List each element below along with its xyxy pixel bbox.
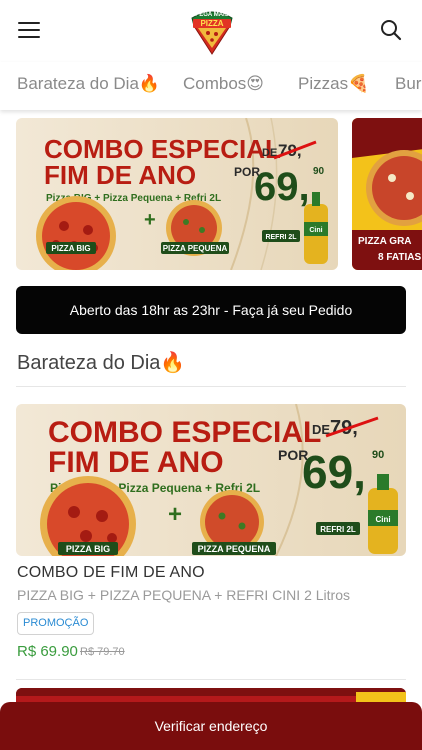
- price-new-cents: 90: [313, 166, 325, 177]
- bottle-brand: Cini: [309, 227, 322, 234]
- carousel-slide-combo[interactable]: COMBO ESPECIAL FIM DE ANO Pizza BIG + Pi…: [16, 118, 338, 270]
- price-new: 69,: [254, 165, 310, 209]
- slide-label-small: PIZZA PEQUENA: [163, 244, 228, 253]
- logo-text-main: PIZZA: [200, 19, 223, 28]
- promo-badge: PROMOÇÃO: [17, 612, 95, 635]
- product-price: R$ 69.90: [17, 643, 78, 660]
- slide-headline-2: FIM DE ANO: [44, 160, 196, 190]
- product-label-refri: REFRI 2L: [320, 525, 356, 534]
- section-title: Barateza do Dia🔥: [17, 352, 186, 374]
- product-bottle-brand: Cini: [375, 515, 390, 524]
- promo-carousel[interactable]: COMBO ESPECIAL FIM DE ANO Pizza BIG + Pi…: [0, 118, 422, 272]
- opening-hours-banner: Aberto das 18hr as 23hr - Faça já seu Pe…: [16, 286, 406, 334]
- top-app-bar: PEGA MAIS PIZZA: [0, 0, 422, 62]
- tab-pizzas[interactable]: Pizzas🍕: [298, 74, 369, 94]
- pega-mais-pizza-logo: PEGA MAIS PIZZA: [186, 4, 238, 56]
- product-old-price: R$ 79.70: [80, 646, 125, 658]
- product-headline-2: FIM DE ANO: [48, 446, 224, 479]
- search-icon[interactable]: [380, 19, 402, 41]
- product-description: PIZZA BIG + PIZZA PEQUENA + REFRI CINI 2…: [17, 587, 350, 603]
- logo-text-top: PEGA MAIS: [195, 12, 228, 18]
- product-image[interactable]: COMBO ESPECIAL FIM DE ANO Pizza BIG + Pi…: [16, 404, 406, 556]
- tab-barateza-do-dia[interactable]: Barateza do Dia🔥: [17, 74, 160, 94]
- slide2-label-1: PIZZA GRA: [358, 236, 412, 247]
- slide2-label-2: 8 FATIAS: [378, 252, 421, 263]
- product-name[interactable]: COMBO DE FIM DE ANO: [17, 564, 205, 582]
- category-tabs: Barateza do Dia🔥 Combos😍 Pizzas🍕 Bur: [0, 62, 422, 110]
- tab-combos[interactable]: Combos😍: [183, 74, 264, 94]
- product-price-new: 69,: [302, 446, 366, 498]
- product-label-small: PIZZA PEQUENA: [198, 544, 271, 554]
- hamburger-menu-icon[interactable]: [18, 22, 40, 38]
- product-price-new-cents: 90: [372, 449, 384, 461]
- product-plus-sign: +: [168, 501, 182, 528]
- carousel-slide-pizza-grande[interactable]: PIZZA GRA 8 FATIAS: [352, 118, 422, 270]
- section-divider: [16, 386, 406, 387]
- tab-burgers[interactable]: Bur: [395, 74, 421, 94]
- product-label-big: PIZZA BIG: [66, 544, 110, 554]
- product-divider: [16, 679, 406, 680]
- verify-address-button[interactable]: Verificar endereço: [0, 702, 422, 750]
- product-headline-1: COMBO ESPECIAL: [48, 416, 321, 449]
- slide-label-big: PIZZA BIG: [51, 244, 90, 253]
- slide-label-refri: REFRI 2L: [265, 234, 297, 241]
- plus-sign: +: [144, 209, 156, 231]
